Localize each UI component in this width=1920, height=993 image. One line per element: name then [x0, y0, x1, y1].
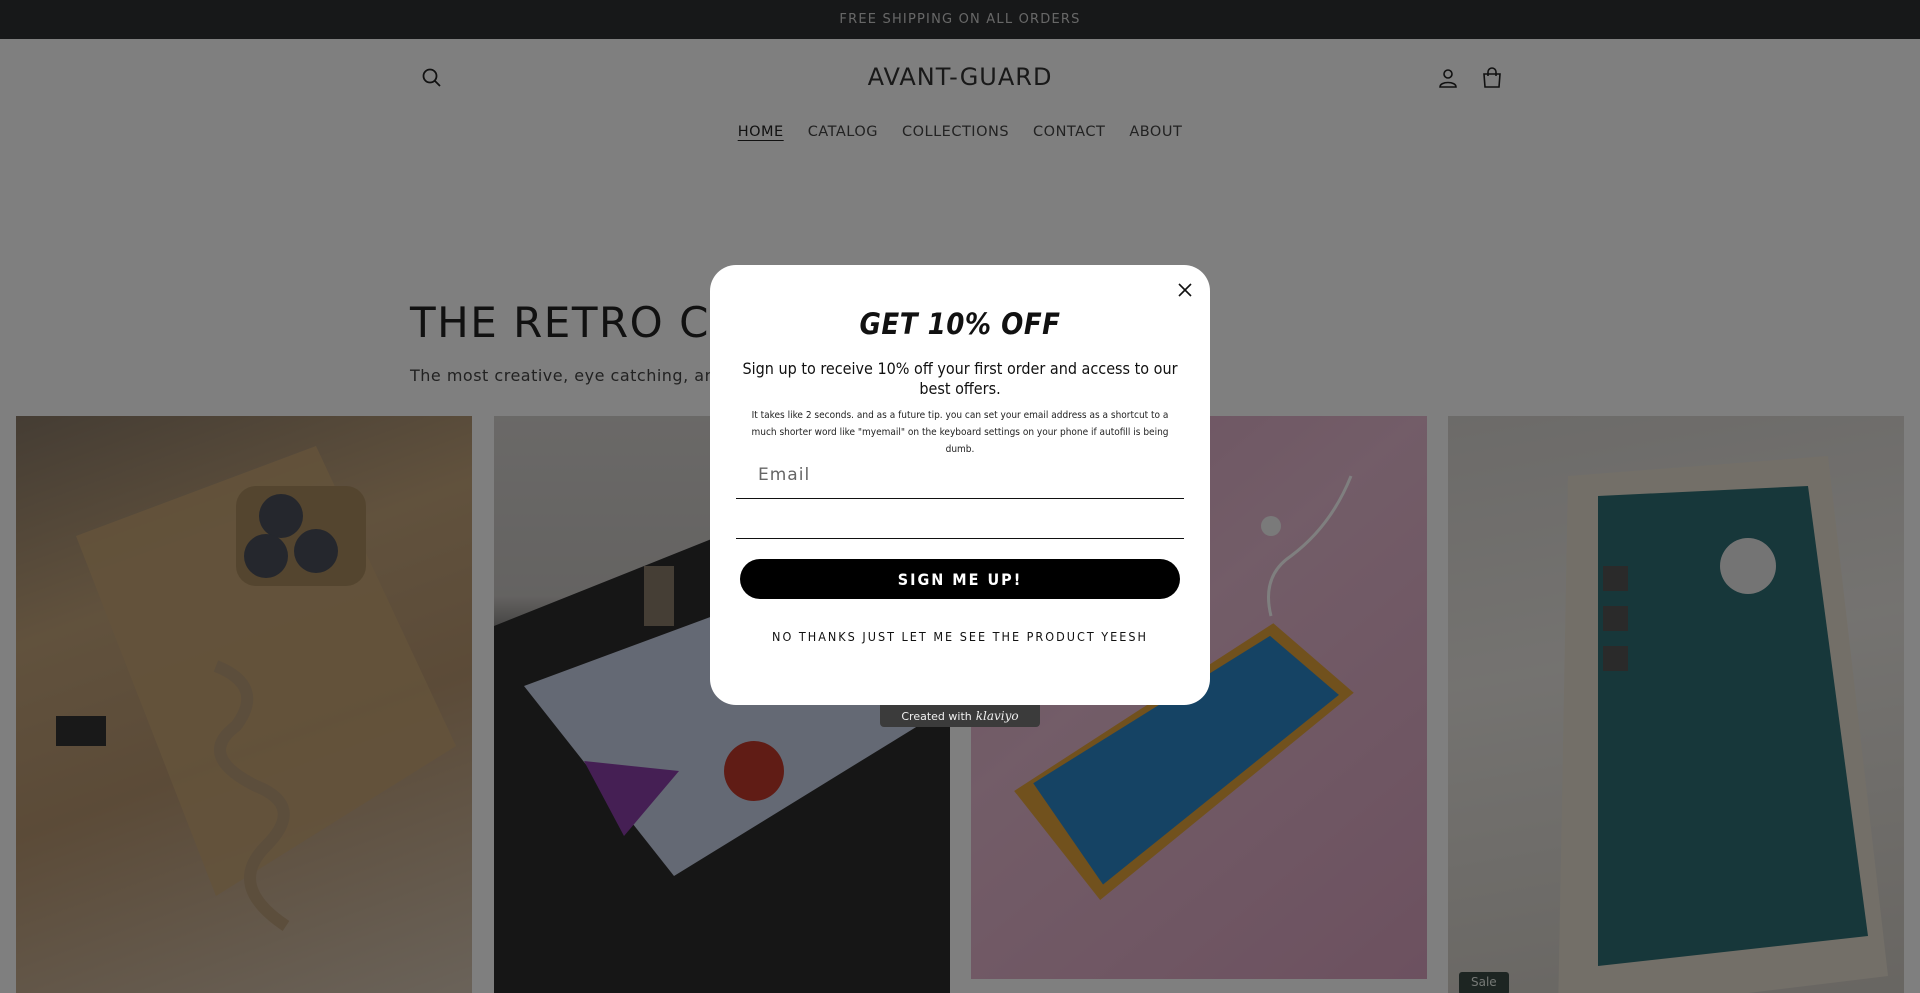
divider: [736, 538, 1184, 539]
discount-popup: GET 10% OFF Sign up to receive 10% off y…: [710, 265, 1210, 705]
popup-fine-print: It takes like 2 seconds. and as a future…: [751, 410, 1169, 455]
decline-link[interactable]: NO THANKS JUST LET ME SEE THE PRODUCT YE…: [710, 629, 1210, 644]
close-icon[interactable]: [1172, 277, 1198, 303]
klaviyo-logo: klaviyo: [975, 709, 1019, 723]
email-field-wrapper: [736, 455, 1184, 499]
klaviyo-badge[interactable]: Created with klaviyo: [880, 705, 1040, 727]
popup-lead: Sign up to receive 10% off your first or…: [742, 359, 1178, 398]
email-field[interactable]: [736, 455, 1184, 495]
created-with-text: Created with: [901, 709, 972, 723]
popup-title: GET 10% OFF: [859, 307, 1061, 341]
sign-up-button[interactable]: SIGN ME UP!: [740, 559, 1180, 599]
